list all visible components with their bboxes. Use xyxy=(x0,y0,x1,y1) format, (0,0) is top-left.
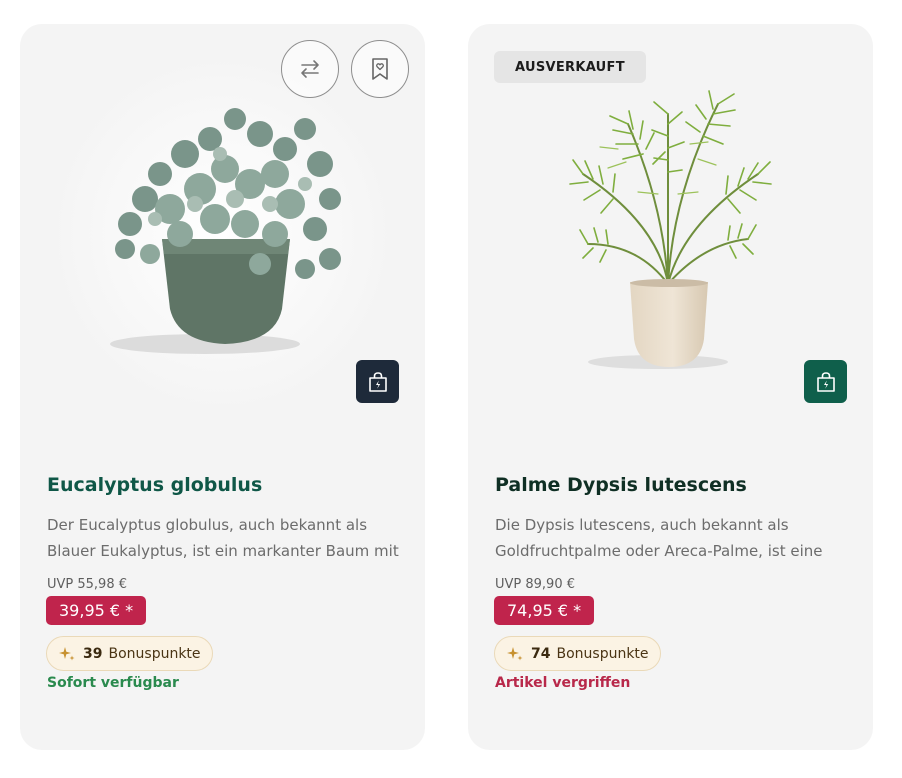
sparkle-icon xyxy=(506,645,524,663)
product-title[interactable]: Palme Dypsis lutescens xyxy=(495,474,747,496)
sale-price-badge: 39,95 € * xyxy=(46,596,147,625)
bookmark-heart-icon xyxy=(372,58,388,80)
product-card-palm[interactable]: AUSVERKAUFT Palme Dypsis lutescens Die D… xyxy=(468,24,873,750)
sold-out-badge: AUSVERKAUFT xyxy=(494,51,646,83)
bonus-points-pill: 74 Bonuspunkte xyxy=(494,636,661,671)
compare-button[interactable] xyxy=(281,40,339,98)
bonus-points-value: 39 xyxy=(83,645,103,662)
quick-buy-button[interactable] xyxy=(804,360,847,403)
product-title[interactable]: Eucalyptus globulus xyxy=(47,474,262,496)
availability-status: Artikel vergriffen xyxy=(495,675,631,691)
bonus-points-pill: 39 Bonuspunkte xyxy=(46,636,213,671)
uvp-price: UVP 89,90 € xyxy=(495,577,575,592)
product-card-eucalyptus[interactable]: Eucalyptus globulus Der Eucalyptus globu… xyxy=(20,24,425,750)
product-image[interactable]: AUSVERKAUFT xyxy=(468,24,873,454)
bonus-points-value: 74 xyxy=(531,645,551,662)
uvp-price: UVP 55,98 € xyxy=(47,577,127,592)
sparkle-icon xyxy=(58,645,76,663)
product-description: Der Eucalyptus globulus, auch bekannt al… xyxy=(47,516,399,560)
shopping-bag-bolt-icon xyxy=(368,371,387,392)
product-image[interactable] xyxy=(20,24,425,454)
product-description: Die Dypsis lutescens, auch bekannt als G… xyxy=(495,516,823,560)
bonus-points-label: Bonuspunkte xyxy=(556,645,649,662)
shopping-bag-bolt-icon xyxy=(816,371,835,392)
bonus-points-label: Bonuspunkte xyxy=(108,645,201,662)
arrows-swap-icon xyxy=(301,60,319,78)
sale-price-badge: 74,95 € * xyxy=(494,596,595,625)
availability-status: Sofort verfügbar xyxy=(47,675,179,691)
wishlist-button[interactable] xyxy=(351,40,409,98)
quick-buy-button[interactable] xyxy=(356,360,399,403)
